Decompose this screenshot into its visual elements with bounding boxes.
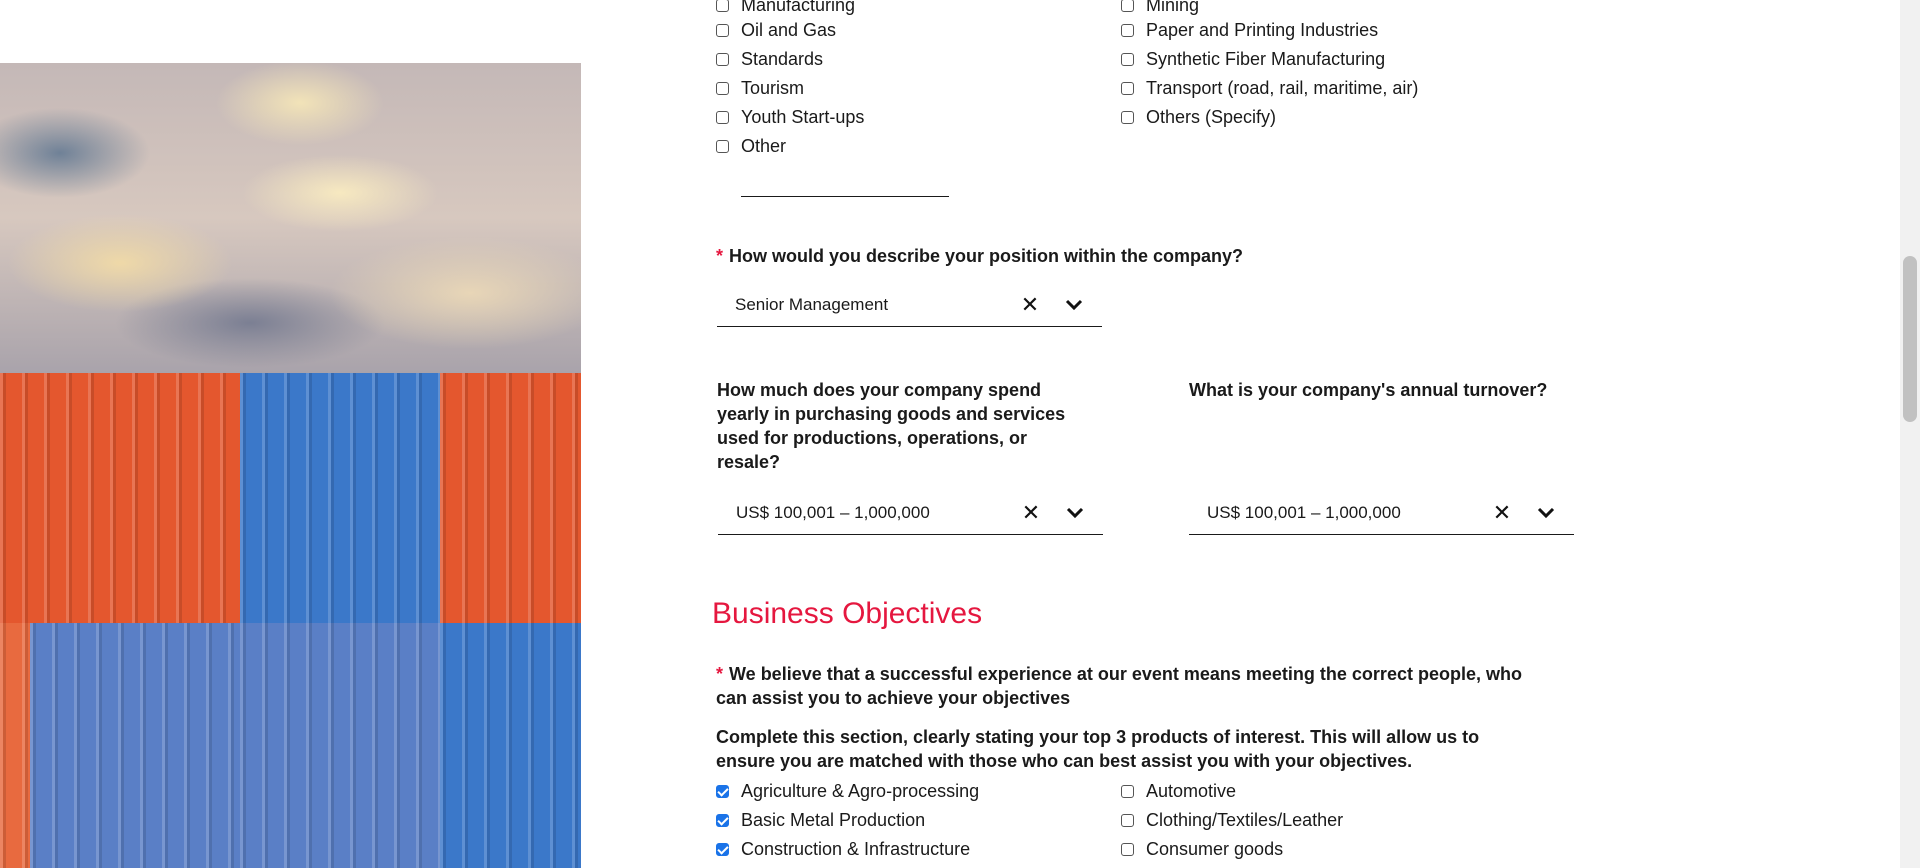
checkbox-label: Mining bbox=[1146, 0, 1200, 15]
position-select[interactable]: Senior Management ✕ bbox=[717, 283, 1102, 327]
objectives-intro: * We believe that a successful experience… bbox=[716, 662, 1536, 710]
checkbox-label: Transport (road, rail, maritime, air) bbox=[1146, 77, 1419, 98]
checkbox-label: Consumer goods bbox=[1146, 838, 1284, 859]
checkbox-label: Manufacturing bbox=[741, 0, 856, 15]
checkbox-item[interactable]: Agriculture & Agro-processing bbox=[716, 780, 979, 802]
scrollbar-thumb[interactable] bbox=[1903, 256, 1917, 422]
chevron-down-icon[interactable] bbox=[1534, 501, 1558, 525]
checkbox-icon[interactable] bbox=[1121, 23, 1134, 37]
checkbox-icon[interactable] bbox=[1121, 842, 1134, 856]
turnover-select[interactable]: US$ 100,001 – 1,000,000 ✕ bbox=[1189, 491, 1574, 535]
checkbox-item[interactable]: Consumer goods bbox=[1121, 838, 1283, 860]
checkbox-label: Basic Metal Production bbox=[741, 809, 926, 830]
sky-clouds-image bbox=[0, 63, 581, 373]
checkbox-label: Synthetic Fiber Manufacturing bbox=[1146, 48, 1386, 69]
checkbox-item[interactable]: Paper and Printing Industries bbox=[1121, 19, 1378, 41]
checkbox-icon[interactable] bbox=[1121, 784, 1134, 798]
clear-icon[interactable]: ✕ bbox=[1018, 292, 1042, 317]
position-question-label: * How would you describe your position wi… bbox=[716, 244, 1243, 268]
page-scrollbar[interactable] bbox=[1900, 0, 1920, 868]
checkbox-label: Oil and Gas bbox=[741, 19, 837, 40]
checkbox-item[interactable]: Clothing/Textiles/Leather bbox=[1121, 809, 1343, 831]
spend-question-label: How much does your company spend yearly … bbox=[717, 380, 1066, 472]
checkbox-item[interactable]: Construction & Infrastructure bbox=[716, 838, 970, 860]
checkbox-label: Others (Specify) bbox=[1146, 106, 1277, 127]
chevron-down-icon[interactable] bbox=[1063, 501, 1087, 525]
select-value: US$ 100,001 – 1,000,000 bbox=[736, 502, 930, 522]
hero-image bbox=[0, 63, 581, 868]
checkbox-label: Agriculture & Agro-processing bbox=[741, 780, 980, 801]
checkbox-icon[interactable] bbox=[716, 23, 729, 37]
checkbox-label: Construction & Infrastructure bbox=[741, 838, 971, 859]
checkbox-item[interactable]: Standards bbox=[716, 48, 823, 70]
checkbox-label: Paper and Printing Industries bbox=[1146, 19, 1379, 40]
checkbox-label: Other bbox=[741, 135, 787, 156]
checkbox-item[interactable]: Youth Start-ups bbox=[716, 106, 864, 128]
turnover-question-label: What is your company's annual turnover? bbox=[1189, 380, 1548, 400]
select-value: US$ 100,001 – 1,000,000 bbox=[1207, 502, 1401, 522]
select-value: Senior Management bbox=[735, 294, 889, 314]
checkbox-item[interactable]: Others (Specify) bbox=[1121, 106, 1276, 128]
checkbox-icon[interactable] bbox=[1121, 0, 1134, 12]
objectives-instruction: Complete this section, clearly stating y… bbox=[716, 727, 1480, 771]
question-text: How would you describe your position wit… bbox=[729, 246, 1244, 266]
checkbox-label: Standards bbox=[741, 48, 824, 69]
clear-icon[interactable]: ✕ bbox=[1019, 500, 1043, 525]
required-marker: * bbox=[716, 246, 724, 266]
checkbox-icon[interactable] bbox=[1121, 813, 1134, 827]
checkbox-checked-icon[interactable] bbox=[716, 842, 729, 856]
checkbox-icon[interactable] bbox=[1121, 81, 1134, 95]
checkbox-icon[interactable] bbox=[716, 81, 729, 95]
required-marker: * bbox=[716, 664, 724, 684]
checkbox-checked-icon[interactable] bbox=[716, 784, 729, 798]
checkbox-label: Automotive bbox=[1146, 780, 1237, 801]
checkbox-label: Tourism bbox=[741, 77, 805, 98]
checkbox-item[interactable]: Mining bbox=[1121, 0, 1199, 16]
chevron-down-icon[interactable] bbox=[1062, 293, 1086, 317]
intro-text: We believe that a successful experience … bbox=[716, 664, 1522, 708]
checkbox-icon[interactable] bbox=[1121, 52, 1134, 66]
checkbox-label: Clothing/Textiles/Leather bbox=[1146, 809, 1344, 830]
checkbox-icon[interactable] bbox=[716, 0, 729, 12]
checkbox-checked-icon[interactable] bbox=[716, 813, 729, 827]
checkbox-item[interactable]: Tourism bbox=[716, 77, 804, 99]
checkbox-icon[interactable] bbox=[716, 139, 729, 153]
clear-icon[interactable]: ✕ bbox=[1490, 500, 1514, 525]
checkbox-icon[interactable] bbox=[716, 110, 729, 124]
checkbox-item[interactable]: Automotive bbox=[1121, 780, 1236, 802]
checkbox-item[interactable]: Synthetic Fiber Manufacturing bbox=[1121, 48, 1385, 70]
shipping-containers-image bbox=[0, 373, 581, 868]
business-objectives-title: Business Objectives bbox=[712, 597, 983, 630]
spend-select[interactable]: US$ 100,001 – 1,000,000 ✕ bbox=[718, 491, 1103, 535]
checkbox-item[interactable]: Oil and Gas bbox=[716, 19, 836, 41]
checkbox-item[interactable]: Basic Metal Production bbox=[716, 809, 925, 831]
other-industry-input[interactable] bbox=[741, 170, 949, 197]
checkbox-icon[interactable] bbox=[716, 52, 729, 66]
checkbox-item[interactable]: Other bbox=[716, 135, 786, 157]
checkbox-item[interactable]: Manufacturing bbox=[716, 0, 855, 16]
checkbox-item[interactable]: Transport (road, rail, maritime, air) bbox=[1121, 77, 1418, 99]
checkbox-icon[interactable] bbox=[1121, 110, 1134, 124]
checkbox-label: Youth Start-ups bbox=[741, 106, 865, 127]
